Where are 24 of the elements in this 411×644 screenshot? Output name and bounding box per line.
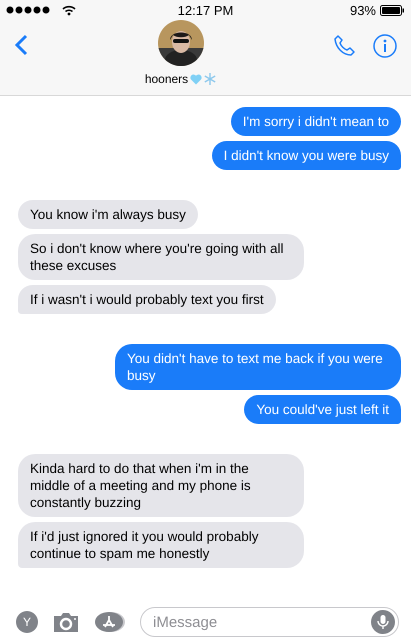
received-message: Kinda hard to do that when i'm in the middle of a meeting and my phone is constantly buzzing	[18, 454, 304, 517]
sent-message: I'm sorry i didn't mean to	[230, 107, 401, 136]
app-store-icon[interactable]	[94, 611, 126, 633]
status-time: 12:17 PM	[178, 2, 234, 18]
received-message: So i don't know where you're going with all these excuses	[18, 234, 304, 280]
camera-icon[interactable]	[52, 611, 80, 633]
battery-percent: 93%	[350, 2, 376, 18]
received-message: If i'd just ignored it you would probably continue to spam me honestly	[18, 522, 304, 568]
info-icon[interactable]	[373, 34, 397, 58]
snowflake-icon	[204, 73, 216, 85]
received-message: If i wasn't i would probably text you first	[18, 285, 276, 314]
sent-message: You could've just left it	[244, 395, 401, 424]
microphone-icon[interactable]	[371, 610, 395, 634]
received-message: You know i'm always busy	[18, 200, 198, 229]
wifi-icon	[62, 4, 76, 16]
heart-icon	[190, 74, 202, 84]
message-field[interactable]: iMessage	[140, 607, 399, 637]
app-button[interactable]: Y	[16, 611, 38, 633]
sent-message: I didn't know you were busy	[212, 141, 401, 170]
sent-message: You didn't have to text me back if you were busy	[115, 344, 401, 390]
battery-icon	[380, 4, 405, 16]
phone-icon[interactable]	[333, 34, 357, 58]
contact-name: hooners	[144, 72, 188, 86]
back-button[interactable]	[14, 34, 28, 56]
